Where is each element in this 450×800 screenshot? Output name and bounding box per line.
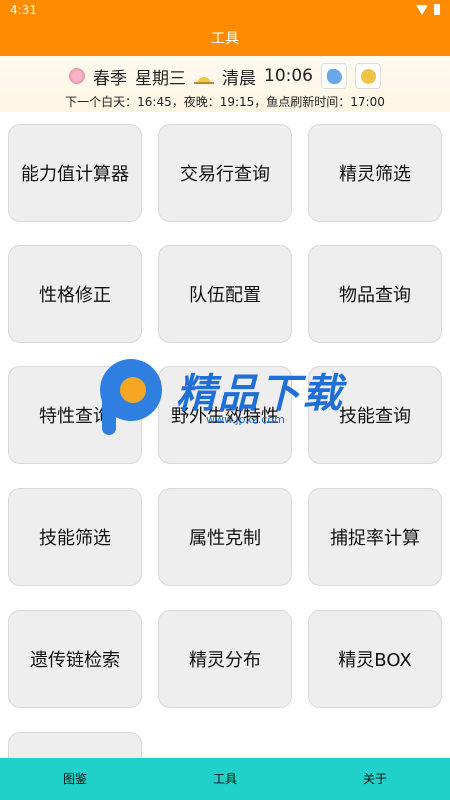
flower-icon <box>69 68 85 84</box>
clock-label: 10:06 <box>264 66 313 86</box>
tool-skill-query[interactable]: 技能查询 <box>308 366 442 464</box>
nav-tab-tools[interactable]: 工具 <box>150 758 300 800</box>
tool-team-config[interactable]: 队伍配置 <box>158 245 292 343</box>
tool-nature-modifier[interactable]: 性格修正 <box>8 245 142 343</box>
wifi-icon <box>416 4 428 15</box>
game-time-panel: 春季 星期三 清晨 10:06 下一个白天：16:45，夜晚：19:15，鱼点刷… <box>0 56 450 112</box>
sunrise-icon <box>194 68 214 84</box>
period-label: 清晨 <box>222 68 256 89</box>
nav-tab-about[interactable]: 关于 <box>300 758 450 800</box>
tool-trade-query[interactable]: 交易行查询 <box>158 124 292 222</box>
tool-stat-calculator[interactable]: 能力值计算器 <box>8 124 142 222</box>
tool-skill-filter[interactable]: 技能筛选 <box>8 488 142 586</box>
tool-type-chart[interactable]: 属性克制 <box>158 488 292 586</box>
tool-pet-box[interactable]: 精灵BOX <box>308 610 442 708</box>
game-time-row: 春季 星期三 清晨 10:06 <box>0 62 450 90</box>
app-bar: 工具 <box>0 22 450 56</box>
tool-grid: 能力值计算器 交易行查询 精灵筛选 性格修正 队伍配置 物品查询 特性查询 野外… <box>0 112 450 758</box>
status-bar: 4:31 <box>0 0 450 22</box>
status-time: 4:31 <box>10 3 37 17</box>
season-label: 春季 <box>93 68 127 89</box>
tool-field-ability[interactable]: 野外生效特性 <box>158 366 292 464</box>
tool-pet-distribution[interactable]: 精灵分布 <box>158 610 292 708</box>
nav-tab-pokedex[interactable]: 图鉴 <box>0 758 150 800</box>
blue-pet-icon[interactable] <box>321 63 347 89</box>
page-title: 工具 <box>211 31 239 47</box>
tool-item-query[interactable]: 物品查询 <box>308 245 442 343</box>
tool-partial-tile[interactable] <box>8 732 142 758</box>
tool-breeding-chain[interactable]: 遗传链检索 <box>8 610 142 708</box>
tool-ability-query[interactable]: 特性查询 <box>8 366 142 464</box>
yellow-pet-icon[interactable] <box>355 63 381 89</box>
battery-icon <box>434 4 440 15</box>
schedule-text: 下一个白天：16:45，夜晚：19:15，鱼点刷新时间：17:00 <box>65 95 385 109</box>
tool-pet-filter[interactable]: 精灵筛选 <box>308 124 442 222</box>
status-icons <box>416 4 440 15</box>
bottom-nav: 图鉴 工具 关于 <box>0 758 450 800</box>
tool-catch-rate[interactable]: 捕捉率计算 <box>308 488 442 586</box>
weekday-label: 星期三 <box>135 68 186 89</box>
